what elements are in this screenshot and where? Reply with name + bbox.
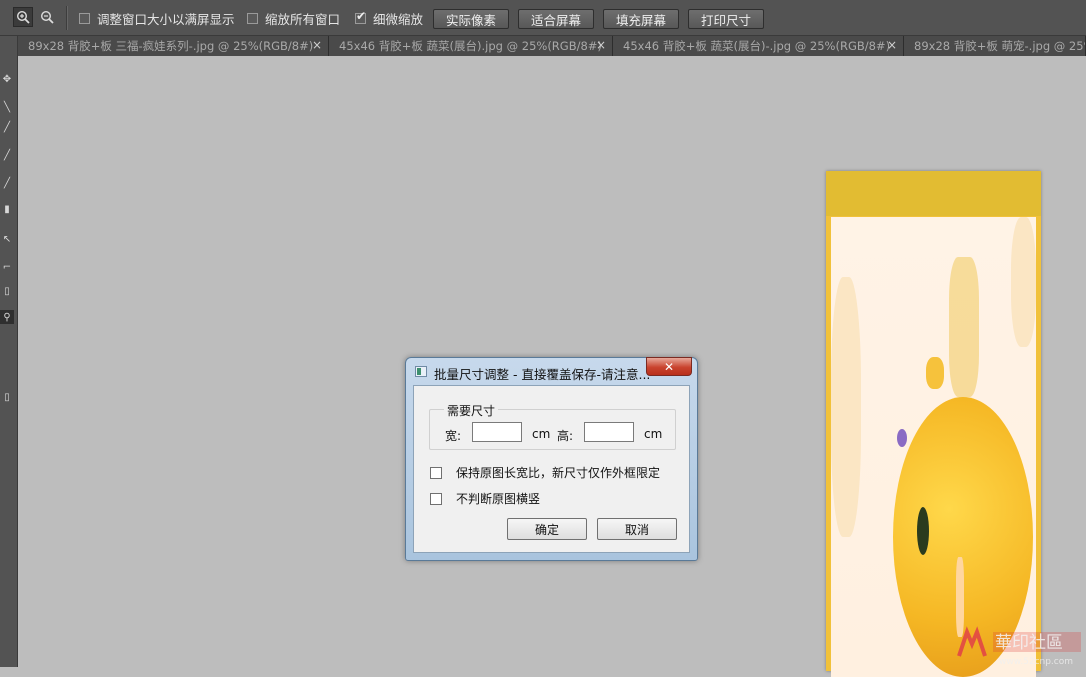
print-size-label: 打印尺寸 [700,12,751,28]
scrubby-zoom-checkbox[interactable] [355,9,366,24]
fill-screen-label: 填充屏幕 [615,12,666,28]
actual-pixels-label: 实际像素 [445,12,496,28]
keep-ratio-label: 保持原图长宽比，新尺寸仅作外框限定 [456,466,661,480]
svg-text:華印社區: 華印社區 [995,633,1063,653]
tab-close-icon[interactable]: × [596,38,606,52]
keep-ratio-option[interactable]: 保持原图长宽比，新尺寸仅作外框限定 [430,464,660,481]
batch-resize-dialog: 批量尺寸调整 - 直接覆盖保存-请注意... ✕ 需要尺寸 宽: cm 高: c… [405,357,698,561]
width-unit: cm [532,427,551,441]
tab-label: 89x28 背胶+板 萌宠-.jpg @ 25%(RGB/8#) [914,39,1085,53]
site-watermark-logo: 華印社區 www.52cnp.com [955,626,1086,667]
tab-label: 89x28 背胶+板 三福-疯娃系列-.jpg @ 25%(RGB/8#) [28,39,314,53]
quick-mask-icon[interactable]: ▯ [0,390,14,404]
no-orientation-checkbox[interactable] [430,492,442,505]
document-tab[interactable]: 45x46 背胶+板 蔬菜(展台).jpg @ 25%(RGB/8#) × [329,36,613,56]
brush-tool-icon[interactable]: ╱ [0,120,14,134]
size-group-label: 需要尺寸 [444,402,499,419]
tab-label: 45x46 背胶+板 蔬菜(展台).jpg @ 25%(RGB/8#) [339,39,602,53]
ok-label: 确定 [534,522,559,537]
resize-windows-option[interactable]: 调整窗口大小以满屏显示 [79,10,235,27]
tools-panel: ✥ ╲ ╱ ╱ ╱ ▮ ↖ ⌐ ▯ ⚲ ▯ [0,36,18,667]
ok-button[interactable]: 确定 [507,518,587,540]
no-orientation-label: 不判断原图横竖 [456,492,541,506]
zoom-out-icon[interactable] [37,7,57,27]
fit-screen-label: 适合屏幕 [530,12,581,28]
document-tab[interactable]: 89x28 背胶+板 萌宠-.jpg @ 25%(RGB/8#) [904,36,1086,56]
pen-tool-icon[interactable]: ╱ [0,148,14,162]
height-input[interactable] [584,422,634,442]
print-size-button[interactable]: 打印尺寸 [688,9,764,29]
width-input[interactable] [472,422,522,442]
dialog-title: 批量尺寸调整 - 直接覆盖保存-请注意... [434,367,651,382]
move-tool-icon[interactable]: ✥ [0,72,14,86]
path-select-tool-icon[interactable]: ↖ [0,232,14,246]
zoom-all-label: 缩放所有窗口 [265,11,341,27]
size-groupbox: 需要尺寸 宽: cm 高: cm [429,402,676,450]
image-artwork [831,217,1036,677]
shape-tool-icon[interactable]: ▯ [0,284,14,298]
document-image [826,171,1041,677]
fill-screen-button[interactable]: 填充屏幕 [603,9,679,29]
close-icon[interactable]: ✕ [646,357,692,376]
crop-tool-icon[interactable]: ⌐ [0,260,14,274]
height-unit: cm [644,427,663,441]
svg-text:www.52cnp.com: www.52cnp.com [999,657,1073,667]
cancel-button[interactable]: 取消 [597,518,677,540]
document-tab[interactable]: 89x28 背胶+板 三福-疯娃系列-.jpg @ 25%(RGB/8#) × [18,36,329,56]
zoom-all-option[interactable]: 缩放所有窗口 [247,10,341,27]
dialog-titlebar[interactable]: 批量尺寸调整 - 直接覆盖保存-请注意... ✕ [406,357,697,384]
tab-close-icon[interactable]: × [887,38,897,52]
width-label: 宽: [445,429,462,443]
eraser-tool-icon[interactable]: ▮ [0,202,14,216]
lasso-tool-icon[interactable]: ╲ [0,100,14,114]
options-bar: 调整窗口大小以满屏显示 缩放所有窗口 细微缩放 实际像素 适合屏幕 填充屏幕 打… [0,0,1086,36]
options-separator [66,6,68,30]
dialog-client-area: 需要尺寸 宽: cm 高: cm 保持原图长宽比，新尺寸仅作外框限定 不判断原图… [413,385,690,553]
resize-windows-label: 调整窗口大小以满屏显示 [97,11,235,27]
fit-screen-button[interactable]: 适合屏幕 [518,9,594,29]
scrubby-zoom-label: 细微缩放 [373,11,424,27]
height-label: 高: [557,429,574,443]
stamp-tool-icon[interactable]: ╱ [0,176,14,190]
document-tab-strip: 89x28 背胶+板 三福-疯娃系列-.jpg @ 25%(RGB/8#) × … [18,36,1086,56]
document-tab[interactable]: 45x46 背胶+板 蔬菜(展台)-.jpg @ 25%(RGB/8#) × [613,36,904,56]
tab-close-icon[interactable]: × [312,38,322,52]
image-top-band [826,171,1041,216]
zoom-tool-icon[interactable]: ⚲ [0,310,14,324]
scrubby-zoom-option[interactable]: 细微缩放 [355,9,424,27]
actual-pixels-button[interactable]: 实际像素 [433,9,509,29]
app-icon [415,366,427,377]
no-orientation-option[interactable]: 不判断原图横竖 [430,490,540,507]
keep-ratio-checkbox[interactable] [430,466,442,479]
tab-label: 45x46 背胶+板 蔬菜(展台)-.jpg @ 25%(RGB/8#) [623,39,891,53]
zoom-all-checkbox[interactable] [247,12,258,24]
cancel-label: 取消 [624,522,649,537]
zoom-in-icon[interactable] [13,7,33,27]
resize-windows-checkbox[interactable] [79,12,90,24]
